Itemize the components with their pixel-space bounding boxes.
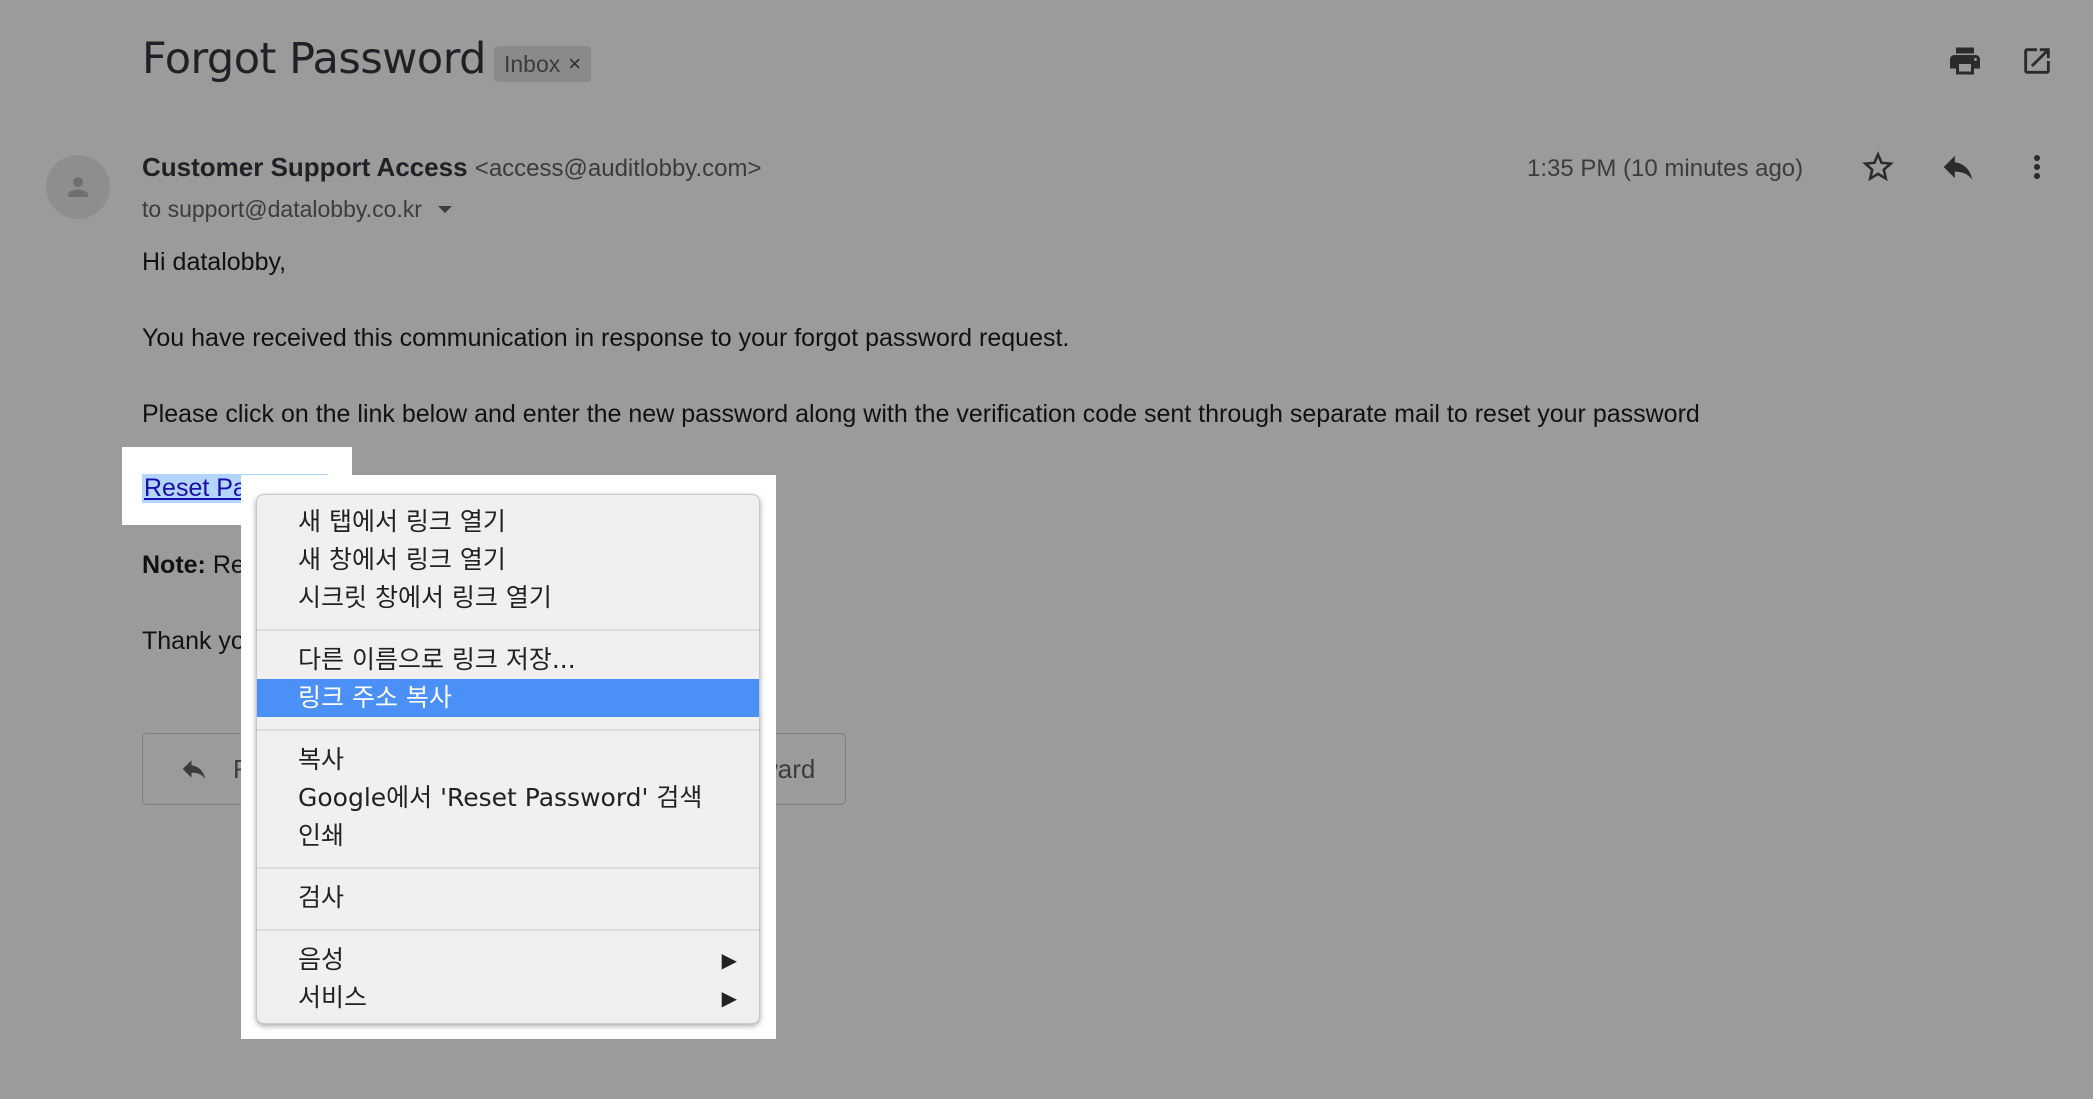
submenu-arrow-icon: ▶ [721,948,737,972]
menu-copy[interactable]: 복사 [257,741,759,779]
menu-speech[interactable]: 음성 ▶ [257,941,759,979]
menu-search-google[interactable]: Google에서 'Reset Password' 검색 [257,779,759,817]
more-vert-icon[interactable] [2014,144,2060,190]
sender-avatar [46,155,110,219]
sender-email: <access@auditlobby.com> [474,155,762,182]
recipient-line: to support@datalobby.co.kr [142,196,452,223]
menu-separator [257,929,759,931]
menu-speech-label: 음성 [298,945,345,974]
email-greeting: Hi datalobby, [142,248,287,276]
show-details-chevron-icon[interactable] [437,206,452,213]
label-text: Inbox [504,50,561,77]
menu-services-label: 서비스 [298,983,368,1012]
email-paragraph-1: You have received this communication in … [142,324,1070,352]
menu-separator [257,629,759,631]
recipient-text: to support@datalobby.co.kr [142,196,422,222]
menu-separator [257,867,759,869]
menu-inspect[interactable]: 검사 [257,879,759,917]
person-icon [68,177,88,197]
menu-open-link-new-window[interactable]: 새 창에서 링크 열기 [257,541,759,579]
context-menu: 새 탭에서 링크 열기 새 창에서 링크 열기 시크릿 창에서 링크 열기 다른… [256,494,760,1024]
menu-open-link-incognito[interactable]: 시크릿 창에서 링크 열기 [257,579,759,617]
menu-separator [257,729,759,731]
note-label: Note: [142,551,206,579]
menu-copy-link-address[interactable]: 링크 주소 복사 [257,679,759,717]
sender-name[interactable]: Customer Support Access [142,152,468,182]
open-in-new-window-icon[interactable] [2017,41,2057,81]
inbox-label-chip[interactable]: Inbox × [494,46,592,82]
email-subject: Forgot Password [142,34,486,84]
menu-services[interactable]: 서비스 ▶ [257,979,759,1017]
menu-open-link-new-tab[interactable]: 새 탭에서 링크 열기 [257,503,759,541]
menu-print[interactable]: 인쇄 [257,817,759,855]
menu-save-link-as[interactable]: 다른 이름으로 링크 저장... [257,641,759,679]
print-icon[interactable] [1945,41,1985,81]
remove-label-icon[interactable]: × [568,51,581,77]
reply-button-icon [182,760,206,779]
submenu-arrow-icon: ▶ [721,986,737,1010]
email-timestamp: 1:35 PM (10 minutes ago) [1527,155,1804,182]
sender-line: Customer Support Access <access@auditlob… [142,152,762,183]
reply-icon[interactable] [1935,144,1981,190]
star-icon[interactable] [1855,144,1901,190]
email-paragraph-2: Please click on the link below and enter… [142,400,1700,428]
